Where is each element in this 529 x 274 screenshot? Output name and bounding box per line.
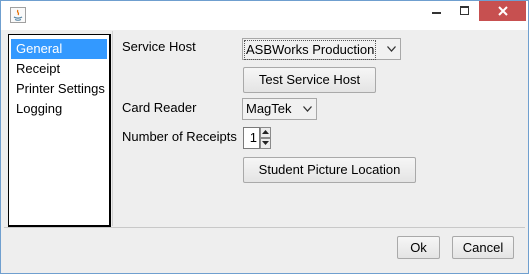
close-icon [497, 6, 508, 16]
dropdown-arrow-icon [303, 106, 312, 112]
number-of-receipts-label: Number of Receipts [122, 129, 237, 144]
card-reader-value: MagTek [246, 101, 292, 116]
service-host-label: Service Host [122, 39, 196, 54]
sidebar-item-general[interactable]: General [11, 39, 107, 59]
maximize-icon [460, 6, 469, 15]
service-host-value: ASBWorks Production [244, 40, 377, 60]
dropdown-arrow-icon [387, 46, 396, 52]
test-service-host-button[interactable]: Test Service Host [243, 67, 376, 93]
spinner-down-icon [262, 141, 269, 145]
java-app-icon[interactable] [10, 7, 26, 23]
sidebar-item-printer-settings[interactable]: Printer Settings [9, 79, 109, 99]
sidebar-item-logging[interactable]: Logging [9, 99, 109, 119]
maximize-button[interactable] [451, 1, 479, 21]
minimize-icon [432, 12, 441, 14]
spinner-down-button[interactable] [260, 138, 271, 149]
settings-dialog: General Receipt Printer Settings Logging… [0, 0, 529, 274]
sidebar-item-receipt[interactable]: Receipt [9, 59, 109, 79]
number-of-receipts-input[interactable]: 1 [243, 127, 260, 149]
service-host-select[interactable]: ASBWorks Production [242, 38, 401, 60]
ok-button[interactable]: Ok [397, 236, 440, 259]
footer-divider [4, 227, 525, 228]
card-reader-label: Card Reader [122, 100, 197, 115]
spinner-up-button[interactable] [260, 127, 271, 138]
settings-category-list[interactable]: General Receipt Printer Settings Logging [8, 34, 111, 227]
close-button[interactable] [479, 1, 526, 21]
panel-divider[interactable] [112, 31, 113, 226]
card-reader-select[interactable]: MagTek [242, 98, 317, 120]
cancel-button[interactable]: Cancel [452, 236, 514, 259]
minimize-button[interactable] [423, 1, 451, 21]
spinner-up-icon [262, 130, 269, 134]
title-bar[interactable] [1, 1, 528, 30]
student-picture-location-button[interactable]: Student Picture Location [243, 157, 416, 183]
